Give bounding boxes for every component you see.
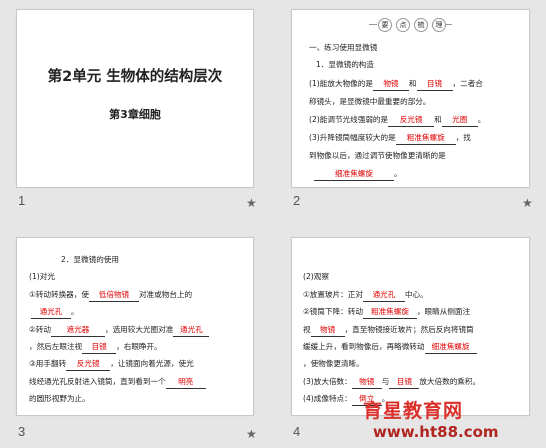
text-line: ③用手翻转 反光镜 ，让镜面向着光源，使光 (29, 356, 194, 372)
text-line: 缓缓上升，看到物像后，再略微转动 细准焦螺旋 (303, 339, 477, 355)
answer-blank: 细准焦螺旋 (424, 341, 477, 354)
key-points-badge: 要 点 梳 理 (369, 18, 452, 32)
text-line: (1)对光 (29, 272, 55, 281)
text-line: 通光孔。 (31, 304, 79, 320)
text-line: 2．显微镜的使用 (61, 255, 119, 264)
text-line: 到物像以后，通过调节使物像更清晰的是 (309, 151, 446, 160)
text-line: 细准焦螺旋。 (314, 166, 402, 182)
text-line: (3)放大倍数： 物镜与目镜 放大倍数的乘积。 (303, 374, 480, 390)
slide-3-number: 3 (18, 424, 26, 439)
text-line: 的圆形视野为止。 (29, 394, 90, 403)
slide-2-star-icon[interactable]: ★ (522, 196, 533, 210)
text-line: 称镜头，是显微镜中最重要的部分。 (309, 97, 431, 106)
site-watermark: 育星教育网 www.ht88.com (363, 396, 543, 446)
answer-blank: 目镜 (416, 78, 453, 91)
answer-blank: 通光孔 (31, 306, 71, 319)
answer-blank: 物镜 (351, 376, 382, 389)
text-line: ②镜筒下降：转动 粗准焦螺旋 ，眼睛从侧面注 (303, 304, 470, 320)
badge-char: 要 (378, 18, 392, 32)
answer-blank: 明亮 (165, 376, 206, 389)
badge-char: 梳 (414, 18, 428, 32)
slide-1-subtitle: 第3章细胞 (109, 108, 161, 121)
answer-blank: 目镜 (82, 341, 117, 354)
answer-blank: 粗准焦螺旋 (362, 306, 417, 319)
text-line: 线经通光孔反射进入镜筒，直到看到一个 明亮 (29, 374, 206, 390)
answer-blank: 遮光器 (51, 324, 105, 337)
text-line: (1)能放大物像的是 物镜和目镜 ，二者合 (309, 76, 483, 92)
text-line: ②转动 遮光器 ，选用较大光圈对准 通光孔 (29, 322, 210, 338)
answer-blank: 目镜 (389, 376, 420, 389)
slide-1-title: 第2单元 生物体的结构层次 (47, 69, 223, 85)
answer-blank: 物镜 (372, 78, 409, 91)
slide-1-number: 1 (18, 193, 26, 208)
slide-4-number: 4 (293, 424, 301, 439)
text-line: 视物镜 ，直至物镜接近玻片；然后反向将镜筒 (303, 322, 474, 338)
watermark-title: 育星教育网 (363, 400, 464, 422)
text-line: ，然后左眼注视 目镜 ，右眼睁开。 (29, 339, 162, 355)
answer-blank: 低倍物镜 (88, 289, 139, 302)
answer-blank: 反光镜 (388, 114, 435, 127)
text-line: ①转动转换器，使 低倍物镜 对准或物台上的 (29, 287, 192, 303)
answer-blank: 通光孔 (362, 289, 405, 302)
answer-blank: 光圈 (441, 114, 478, 127)
text-line: 1．显微镜的构造 (316, 60, 374, 69)
slide-3-thumbnail[interactable]: 2．显微镜的使用 (1)对光 ①转动转换器，使 低倍物镜 对准或物台上的 通光孔。 … (16, 237, 254, 416)
answer-blank: 物镜 (310, 324, 345, 337)
slide-1-thumbnail[interactable]: 第2单元 生物体的结构层次 第3章细胞 (16, 9, 254, 188)
text-line: (2)能调节光线强弱的是 反光镜和光圈。 (309, 112, 485, 128)
slide-1-star-icon[interactable]: ★ (246, 196, 257, 210)
slide-2-thumbnail[interactable]: 要 点 梳 理 一、练习使用显微镜 1．显微镜的构造 (1)能放大物像的是 物镜和… (291, 9, 530, 188)
badge-char: 点 (396, 18, 410, 32)
text-line: 一、练习使用显微镜 (309, 43, 378, 52)
badge-char: 理 (432, 18, 446, 32)
answer-blank: 通光孔 (173, 324, 210, 337)
answer-blank: 粗准焦螺旋 (395, 132, 456, 145)
text-line: (3)升降镜筒幅度较大的是 粗准焦螺旋 ，找 (309, 130, 471, 146)
watermark-url: www.ht88.com (373, 423, 499, 441)
text-line: ，使物像更清晰。 (303, 359, 364, 368)
slide-4-thumbnail[interactable]: (2)观察 ①放置玻片：正对 通光孔 中心。 ②镜筒下降：转动 粗准焦螺旋 ，眼睛从侧面… (291, 237, 530, 416)
text-line: (2)观察 (303, 272, 329, 281)
answer-blank: 细准焦螺旋 (314, 168, 394, 181)
slide-2-number: 2 (293, 193, 301, 208)
text-line: ①放置玻片：正对 通光孔 中心。 (303, 287, 428, 303)
answer-blank: 反光镜 (66, 358, 111, 371)
slide-3-star-icon[interactable]: ★ (246, 427, 257, 441)
